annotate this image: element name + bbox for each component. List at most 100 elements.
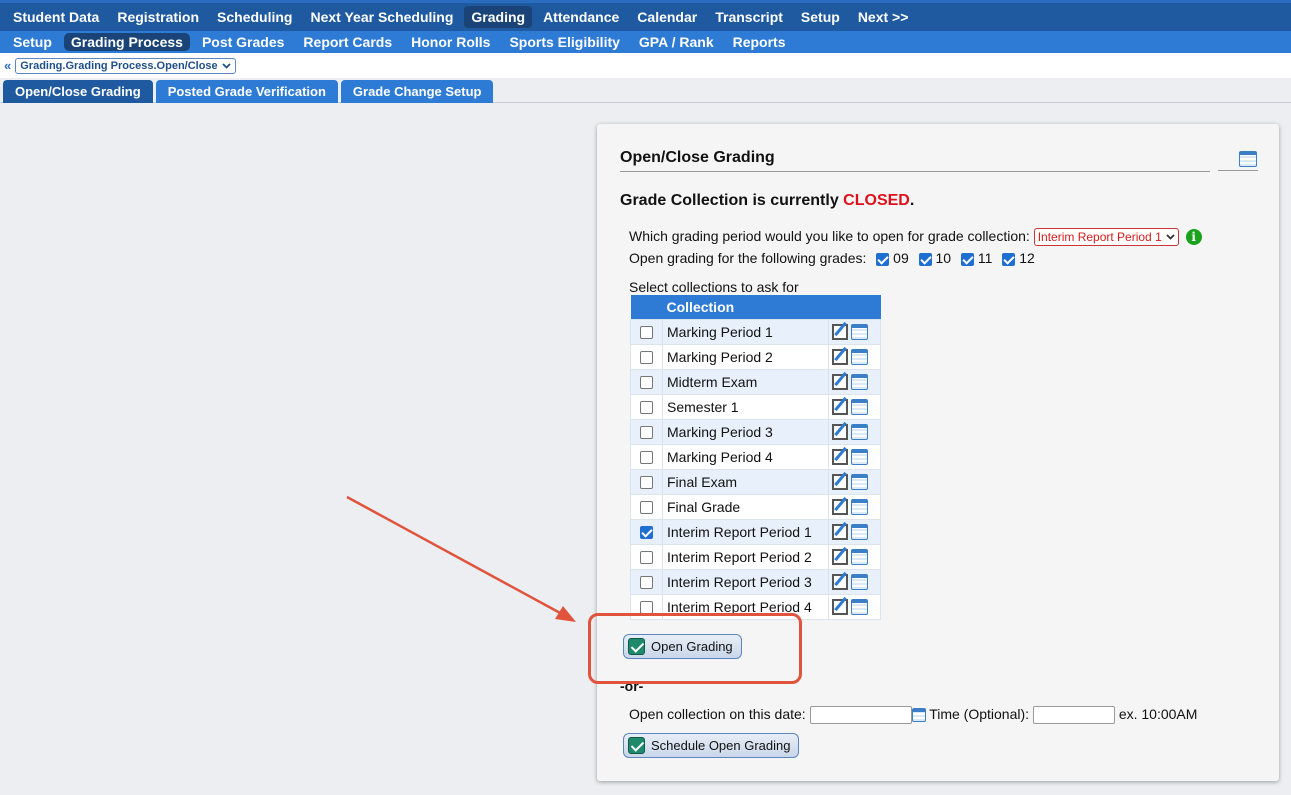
table-row: Marking Period 1	[630, 318, 881, 345]
subnav-setup[interactable]: Setup	[6, 33, 59, 51]
nav-student-data[interactable]: Student Data	[6, 6, 106, 28]
collection-checkbox[interactable]	[640, 376, 653, 390]
grade-option-09: 09	[876, 250, 909, 266]
collection-checkbox[interactable]	[640, 401, 653, 415]
grade-label-12: 12	[1019, 250, 1035, 266]
breadcrumb-select[interactable]: Grading.Grading Process.Open/Close	[15, 57, 236, 74]
calendar-icon[interactable]	[851, 349, 868, 366]
collection-actions	[828, 493, 881, 520]
collection-checkbox[interactable]	[640, 551, 653, 565]
edit-icon[interactable]	[832, 499, 848, 516]
collection-checkbox[interactable]	[640, 526, 653, 540]
back-icon[interactable]: «	[4, 58, 11, 73]
calendar-icon[interactable]	[851, 324, 868, 341]
calendar-icon[interactable]	[851, 599, 868, 616]
nav-registration[interactable]: Registration	[110, 6, 206, 28]
calendar-icon[interactable]	[851, 399, 868, 416]
edit-icon[interactable]	[832, 574, 848, 591]
collection-checkbox-cell	[630, 443, 663, 470]
collection-name: Marking Period 4	[662, 443, 829, 470]
edit-icon[interactable]	[832, 349, 848, 366]
collection-checkbox-cell	[630, 393, 663, 420]
chevron-down-icon	[222, 62, 231, 69]
tab-grade-change-setup[interactable]: Grade Change Setup	[340, 80, 494, 103]
table-row: Interim Report Period 1	[630, 518, 881, 545]
nav-setup[interactable]: Setup	[794, 6, 847, 28]
calendar-icon[interactable]	[851, 449, 868, 466]
collection-name: Marking Period 3	[662, 418, 829, 445]
table-row: Interim Report Period 3	[630, 568, 881, 595]
nav-attendance[interactable]: Attendance	[536, 6, 626, 28]
open-time-input[interactable]	[1032, 706, 1115, 725]
nav-transcript[interactable]: Transcript	[708, 6, 790, 28]
status-prefix: Grade Collection is currently	[620, 192, 844, 209]
top-nav-bar: Student Data Registration Scheduling Nex…	[0, 0, 1291, 31]
subnav-honor-rolls[interactable]: Honor Rolls	[404, 33, 497, 51]
collection-name: Final Grade	[662, 493, 829, 520]
collection-checkbox[interactable]	[640, 576, 653, 590]
tab-open-close-grading[interactable]: Open/Close Grading	[3, 80, 153, 103]
subnav-gpa-rank[interactable]: GPA / Rank	[632, 33, 721, 51]
collection-checkbox-cell	[630, 368, 663, 395]
grading-period-select[interactable]: Interim Report Period 1	[1033, 228, 1179, 247]
nav-next-year-scheduling[interactable]: Next Year Scheduling	[303, 6, 460, 28]
edit-icon[interactable]	[832, 474, 848, 491]
nav-next[interactable]: Next >>	[851, 6, 916, 28]
edit-icon[interactable]	[832, 599, 848, 616]
collection-name: Interim Report Period 1	[662, 518, 829, 545]
edit-icon[interactable]	[832, 424, 848, 441]
time-label: Time (Optional):	[929, 706, 1030, 722]
period-row: Which grading period would you like to o…	[629, 228, 1202, 247]
info-icon[interactable]: i	[1185, 229, 1202, 246]
calendar-icon[interactable]	[851, 474, 868, 491]
edit-icon[interactable]	[832, 524, 848, 541]
collection-checkbox[interactable]	[640, 426, 653, 440]
nav-calendar[interactable]: Calendar	[630, 6, 704, 28]
grade-checkbox-10[interactable]	[918, 252, 932, 266]
nav-grading[interactable]: Grading	[464, 6, 533, 28]
collection-name: Midterm Exam	[662, 368, 829, 395]
collection-checkbox[interactable]	[640, 351, 653, 365]
grade-checkbox-12[interactable]	[1002, 252, 1016, 266]
date-picker-icon[interactable]	[911, 708, 926, 723]
collection-name: Interim Report Period 2	[662, 543, 829, 570]
calendar-icon[interactable]	[851, 499, 868, 516]
collection-table: Collection Marking Period 1 Marking Perio…	[630, 295, 881, 620]
collection-checkbox-cell	[630, 343, 663, 370]
subnav-reports[interactable]: Reports	[726, 33, 793, 51]
grade-checkbox-09[interactable]	[876, 252, 890, 266]
schedule-open-grading-label: Schedule Open Grading	[651, 738, 791, 753]
collection-name: Interim Report Period 3	[662, 568, 829, 595]
subnav-report-cards[interactable]: Report Cards	[296, 33, 399, 51]
collection-checkbox[interactable]	[640, 476, 653, 490]
edit-icon[interactable]	[832, 399, 848, 416]
tab-posted-grade-verification[interactable]: Posted Grade Verification	[155, 80, 338, 103]
edit-icon[interactable]	[832, 374, 848, 391]
edit-icon[interactable]	[832, 549, 848, 566]
nav-scheduling[interactable]: Scheduling	[210, 6, 299, 28]
grade-label-11: 11	[977, 250, 993, 266]
calendar-icon[interactable]	[851, 574, 868, 591]
calendar-icon[interactable]	[851, 524, 868, 541]
subnav-grading-process[interactable]: Grading Process	[63, 33, 190, 51]
collection-checkbox[interactable]	[640, 326, 653, 340]
schedule-open-grading-button[interactable]: Schedule Open Grading	[623, 733, 800, 758]
collection-checkbox-cell	[630, 568, 663, 595]
edit-icon[interactable]	[832, 324, 848, 341]
collection-checkbox-cell	[630, 493, 663, 520]
grades-row: Open grading for the following grades: 0…	[629, 250, 1035, 266]
open-date-input[interactable]	[809, 706, 912, 725]
table-row: Marking Period 4	[630, 443, 881, 470]
period-question: Which grading period would you like to o…	[629, 228, 1030, 244]
collection-checkbox[interactable]	[640, 501, 653, 515]
edit-icon[interactable]	[832, 449, 848, 466]
calendar-icon[interactable]	[851, 424, 868, 441]
subnav-sports-eligibility[interactable]: Sports Eligibility	[502, 33, 626, 51]
subnav-post-grades[interactable]: Post Grades	[195, 33, 291, 51]
breadcrumb-label: Grading.Grading Process.Open/Close	[20, 59, 218, 72]
calendar-icon[interactable]	[851, 374, 868, 391]
calendar-icon[interactable]	[851, 549, 868, 566]
collection-checkbox[interactable]	[640, 451, 653, 465]
grade-checkbox-11[interactable]	[960, 252, 974, 266]
calendar-icon[interactable]	[1239, 151, 1257, 167]
